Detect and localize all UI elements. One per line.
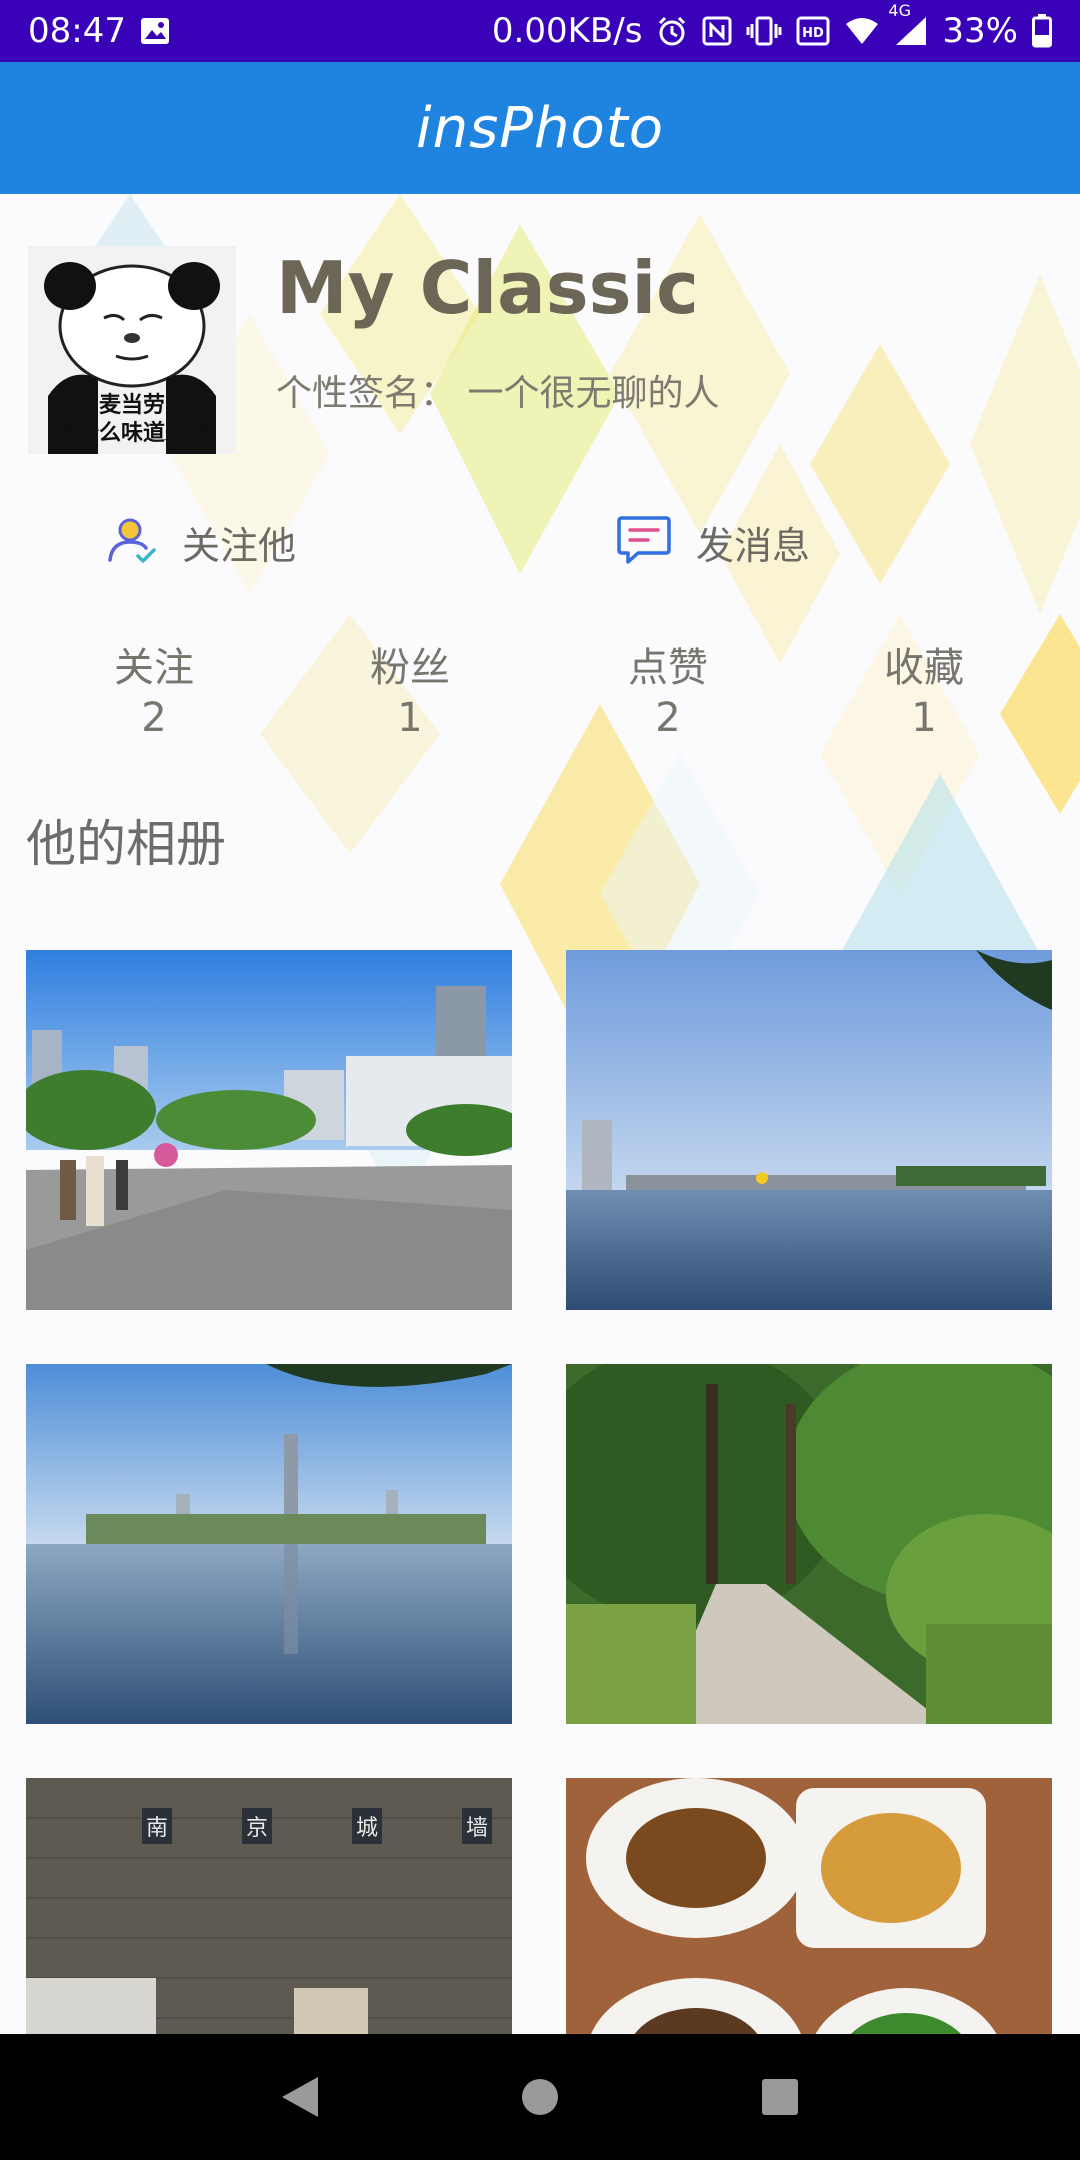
hd-icon: HD [796,16,830,46]
follow-button[interactable]: 关注他 [106,514,296,570]
stat-likes[interactable]: 点赞 2 [568,644,768,744]
profile-content[interactable]: 麦当劳 是什么味道来着 My Classic 个性签名： 一个很无聊的人 关注他 [0,194,1080,2034]
stat-label: 关注 [114,645,194,691]
back-button[interactable] [260,2057,340,2137]
app-title: insPhoto [416,95,664,161]
stat-following[interactable]: 关注 2 [54,644,254,744]
wifi-icon [844,16,880,46]
username: My Classic [276,246,699,330]
vibrate-icon [746,16,782,46]
stat-value: 1 [911,695,937,741]
avatar-caption-line1: 麦当劳 [98,393,165,418]
navigation-bar [0,2034,1080,2160]
action-row: 关注他 发消息 [0,514,1080,594]
avatar-caption-line2: 是什么味道来着 [54,421,209,446]
dishes-photo[interactable] [566,1778,1052,2034]
alarm-icon [656,15,688,47]
stats-row: 关注 2 粉丝 1 点赞 2 收藏 1 [0,644,1080,754]
stat-followers[interactable]: 粉丝 1 [310,644,510,744]
follow-user-icon [106,514,158,570]
lake-skyline-photo[interactable] [566,950,1052,1310]
park-path-photo[interactable] [566,1364,1052,1724]
home-circle-icon [522,2079,558,2115]
city-street-photo[interactable] [26,950,512,1310]
message-label: 发消息 [696,523,811,568]
network-type: 4G [888,1,911,20]
status-time: 08:47 [28,11,126,51]
svg-text:城: 城 [356,1816,378,1841]
message-icon [616,514,672,570]
stat-label: 点赞 [628,645,708,691]
nfc-icon [702,16,732,46]
net-speed: 0.00KB/s [491,11,643,51]
stat-label: 收藏 [884,645,964,691]
battery-percent: 33% [942,11,1018,51]
city-wall-photo[interactable]: 南 京 城 墙 [26,1778,512,2034]
profile-header: 麦当劳 是什么味道来着 My Classic 个性签名： 一个很无聊的人 [28,246,1048,456]
home-button[interactable] [500,2057,580,2137]
signal-icon: 4G [888,1,928,47]
stat-value: 2 [655,695,681,741]
app-bar: insPhoto [0,62,1080,194]
signature: 个性签名： 一个很无聊的人 [276,373,720,414]
recents-square-icon [762,2079,798,2115]
message-button[interactable]: 发消息 [616,514,810,570]
image-icon [140,17,170,45]
svg-text:墙: 墙 [466,1816,488,1841]
avatar[interactable]: 麦当劳 是什么味道来着 [28,246,236,454]
lake-reflection-photo[interactable] [26,1364,512,1724]
stat-value: 1 [397,695,423,741]
status-bar: 08:47 0.00KB/s HD 4G 33% [0,0,1080,62]
album-title: 他的相册 [26,815,226,873]
svg-text:HD: HD [803,26,825,41]
stat-value: 2 [141,695,167,741]
back-triangle-icon [282,2077,318,2117]
battery-icon [1032,14,1052,48]
avatar-caption: 麦当劳 是什么味道来着 [28,392,236,448]
svg-text:京: 京 [246,1816,268,1841]
recents-button[interactable] [740,2057,820,2137]
stat-label: 粉丝 [370,645,450,691]
svg-text:南: 南 [146,1816,168,1841]
follow-label: 关注他 [182,523,297,568]
stat-favorites[interactable]: 收藏 1 [824,644,1024,744]
